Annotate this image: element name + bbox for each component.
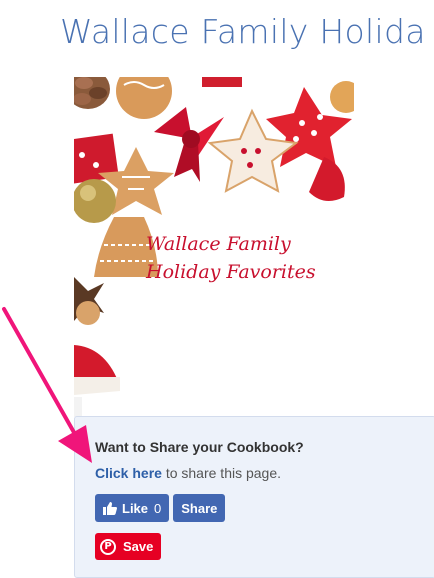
pinterest-save-button[interactable]: P Save bbox=[95, 533, 162, 560]
share-label: Share bbox=[181, 500, 218, 516]
pine-cone-icon bbox=[74, 77, 110, 109]
like-label: Like bbox=[122, 500, 149, 516]
share-instructions-rest: to share this page. bbox=[161, 465, 282, 481]
cover-title-line-2: Holiday Favorites bbox=[146, 261, 316, 283]
share-instructions: Click here to share this page. bbox=[95, 465, 281, 481]
facebook-like-button[interactable]: Like 0 bbox=[95, 494, 170, 522]
cookbook-cover-image: Wallace Family Holiday Favorites bbox=[74, 77, 354, 417]
pin-save-label: Save bbox=[123, 539, 154, 554]
ornament-icon bbox=[74, 179, 116, 223]
share-cookbook-panel: Want to Share your Cookbook? Click here … bbox=[74, 416, 434, 578]
pointer-arrow-icon bbox=[2, 307, 92, 463]
pinterest-icon: P bbox=[100, 538, 116, 555]
facebook-buttons: Like 0 Share bbox=[95, 494, 226, 522]
cover-title-line-1: Wallace Family bbox=[146, 233, 291, 255]
share-heading: Want to Share your Cookbook? bbox=[95, 439, 304, 455]
facebook-share-button[interactable]: Share bbox=[173, 494, 226, 522]
thumbs-up-icon bbox=[103, 501, 117, 515]
page-title: Wallace Family Holida bbox=[60, 12, 426, 51]
like-count: 0 bbox=[154, 500, 162, 516]
